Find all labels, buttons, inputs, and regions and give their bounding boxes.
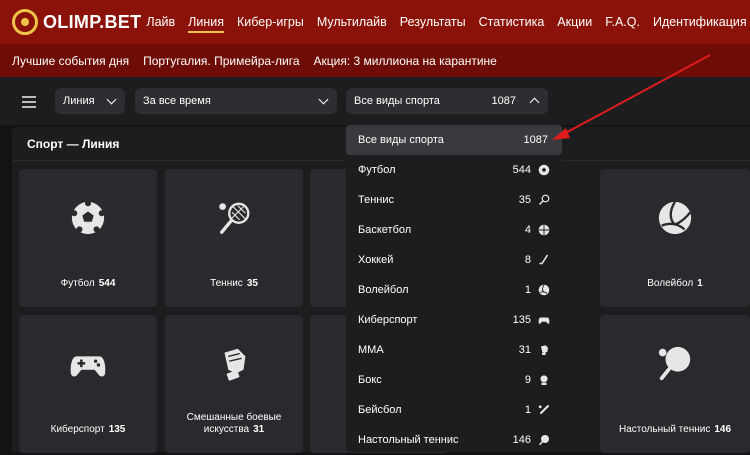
sport-select-value: Все виды спорта — [354, 95, 440, 107]
subnav-best-events[interactable]: Лучшие события дня — [12, 54, 129, 68]
main-nav: Лайв Линия Кибер-игры Мультилайв Результ… — [146, 15, 750, 33]
chevron-up-icon — [529, 97, 540, 108]
chevron-down-icon — [106, 94, 117, 105]
tile-label: Смешанные боевые искусства 31 — [186, 412, 282, 435]
dropdown-item-all-sports[interactable]: Все виды спорта 1087 — [346, 125, 562, 155]
logo[interactable]: OLIMP.BET — [12, 9, 141, 35]
mma-glove-icon — [541, 345, 548, 355]
subnav-portugal-league[interactable]: Португалия. Примейра-лига — [143, 54, 299, 68]
hockey-stick-icon — [539, 254, 549, 265]
top-navigation-bar: OLIMP.BET Лайв Линия Кибер-игры Мультила… — [0, 0, 750, 44]
sport-tile-tennis[interactable]: Теннис 35 — [165, 169, 303, 307]
sport-tile-football[interactable]: Футбол 544 — [19, 169, 157, 307]
sport-select[interactable]: Все виды спорта 1087 — [346, 88, 548, 114]
gamepad-icon — [70, 356, 106, 377]
table-tennis-icon — [538, 435, 549, 446]
subnav-promo-quarantine[interactable]: Акция: 3 миллиона на карантине — [314, 54, 497, 68]
gamepad-icon — [538, 317, 550, 324]
volleyball-icon — [658, 201, 692, 235]
nav-item-multilive[interactable]: Мультилайв — [317, 15, 387, 29]
tile-label: Теннис 35 — [210, 278, 258, 289]
volleyball-icon — [538, 284, 550, 296]
nav-item-line[interactable]: Линия — [188, 15, 224, 33]
sport-select-count: 1087 — [491, 95, 516, 107]
nav-item-results[interactable]: Результаты — [400, 15, 466, 29]
nav-item-faq[interactable]: F.A.Q. — [605, 15, 640, 29]
period-select[interactable]: За все время — [135, 88, 337, 114]
mma-glove-icon — [224, 348, 246, 381]
tennis-icon — [538, 194, 550, 206]
sport-tile-table-tennis[interactable]: Настольный теннис 146 — [600, 315, 750, 453]
dropdown-item-boxing[interactable]: Бокс 9 — [346, 365, 562, 395]
dropdown-item-esports[interactable]: Киберспорт 135 — [346, 305, 562, 335]
dropdown-item-tennis[interactable]: Теннис 35 — [346, 185, 562, 215]
dropdown-item-basketball[interactable]: Баскетбол 4 — [346, 215, 562, 245]
baseball-bat-icon — [538, 405, 549, 414]
dropdown-item-hockey[interactable]: Хоккей 8 — [346, 245, 562, 275]
tile-label: Футбол 544 — [60, 278, 116, 289]
sport-tile-mma[interactable]: Смешанные боевые искусства 31 — [165, 315, 303, 453]
dropdown-item-football[interactable]: Футбол 544 — [346, 155, 562, 185]
tennis-icon — [219, 202, 250, 234]
boxing-glove-icon — [540, 375, 548, 385]
nav-item-promotions[interactable]: Акции — [557, 15, 592, 29]
tile-label: Киберспорт 135 — [50, 424, 126, 435]
nav-item-statistics[interactable]: Статистика — [479, 15, 545, 29]
menu-icon[interactable] — [22, 96, 36, 108]
nav-item-identification[interactable]: Идентификация — [653, 15, 747, 29]
logo-text: OLIMP.BET — [43, 11, 142, 32]
logo-icon — [12, 9, 38, 35]
football-icon — [538, 164, 550, 176]
period-select-value: За все время — [143, 95, 211, 107]
football-icon — [71, 200, 105, 235]
dropdown-item-mma[interactable]: ММА 31 — [346, 335, 562, 365]
nav-item-cyber-games[interactable]: Кибер-игры — [237, 15, 304, 29]
tile-label: Волейбол 1 — [647, 278, 703, 289]
tile-label: Настольный теннис 146 — [618, 424, 732, 435]
dropdown-item-baseball[interactable]: Бейсбол 1 — [346, 395, 562, 425]
dropdown-item-volleyball[interactable]: Волейбол 1 — [346, 275, 562, 305]
table-tennis-icon — [658, 346, 691, 381]
nav-item-live[interactable]: Лайв — [146, 15, 175, 29]
dropdown-item-table-tennis[interactable]: Настольный теннис 146 — [346, 425, 562, 455]
basketball-icon — [538, 224, 550, 236]
sport-tile-esports[interactable]: Киберспорт 135 — [19, 315, 157, 453]
chevron-down-icon — [318, 94, 329, 105]
mode-select[interactable]: Линия — [55, 88, 125, 114]
sport-tile-volleyball[interactable]: Волейбол 1 — [600, 169, 750, 307]
mode-select-value: Линия — [63, 95, 95, 107]
sub-navigation-bar: Лучшие события дня Португалия. Примейра-… — [0, 44, 750, 77]
panel-title: Спорт — Линия — [27, 137, 120, 151]
